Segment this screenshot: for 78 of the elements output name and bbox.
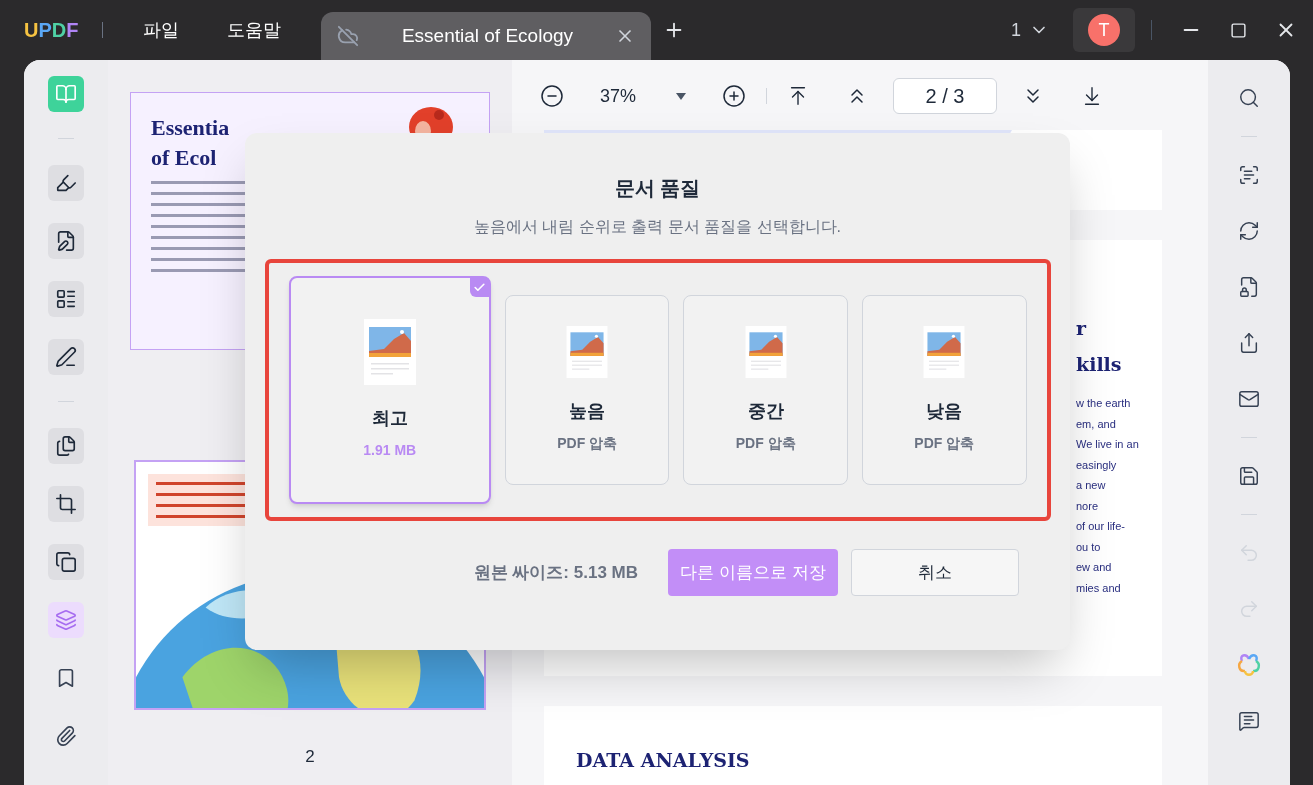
crop-icon [55,493,77,515]
redo-icon [1238,598,1260,620]
option-label: 최고 [371,407,408,430]
page-text: We live in an [1076,437,1140,452]
document-tab[interactable]: Essential of Ecology [321,12,652,60]
page-text: mies and [1076,580,1122,596]
option-label: 중간 [747,400,784,423]
option-detail: PDF 압축 [735,434,796,453]
page-text: em, and [1076,416,1117,432]
app-logo: UPDF [24,18,79,43]
page-text: easingly [1076,457,1118,473]
file-lock-icon [1238,276,1260,298]
pen-icon [55,346,77,368]
quality-option[interactable]: 최고 1.91 MB [288,276,491,504]
mail-icon [1238,388,1260,410]
pages-icon [55,435,77,457]
share-icon [1238,332,1260,354]
page-heading: kills [1076,352,1123,377]
quality-option[interactable]: 중간 PDF 압축 [683,295,848,485]
maximize-icon[interactable] [1230,21,1247,39]
edit-document-tool[interactable] [48,223,84,259]
document-preview-icon [744,326,787,378]
highlighter-icon [55,172,77,194]
cover-title: Essentia of Ecol [151,114,230,172]
window-count-dropdown[interactable]: 1 [1011,16,1049,44]
refresh-icon [1238,220,1260,242]
quality-option[interactable]: 높음 PDF 압축 [504,295,670,485]
dialog-subtitle: 높음에서 내림 순위로 출력 문서 품질을 선택합니다. [473,217,842,237]
menu-item[interactable]: 도움말 [211,16,298,44]
page-heading: r [1076,316,1088,341]
option-detail: PDF 압축 [914,434,975,453]
document-preview-icon [923,326,966,378]
page-heading: DATA ANALYSIS [576,749,750,771]
pages-tool[interactable] [48,428,84,464]
option-label: 높음 [569,400,606,423]
zoom-dropdown[interactable]: 37% [600,82,687,110]
edit-document-icon [55,230,77,252]
cloud-off-icon [337,25,360,47]
page-text: ew and [1076,560,1113,575]
cancel-button[interactable]: 취소 [851,549,1019,596]
form-icon [55,288,77,310]
page-field[interactable]: 2 / 3 [893,78,998,114]
option-detail: PDF 압축 [557,434,618,453]
tab-title: Essential of Ecology [400,23,574,48]
book-icon [55,83,77,105]
dropdown-caret-icon [676,92,687,100]
crop-tool[interactable] [48,486,84,522]
undo-icon [1238,542,1260,564]
pen-tool[interactable] [48,339,84,375]
highlighter-tool[interactable] [48,165,84,201]
page-text: a new [1076,478,1107,493]
paperclip-icon [55,725,77,747]
menu-item[interactable]: 파일 [127,16,196,44]
option-label: 낮음 [926,400,963,423]
page-text: nore [1076,498,1100,514]
clover-icon [1236,652,1262,678]
zoom-in-icon[interactable] [722,84,747,108]
option-detail: 1.91 MB [363,441,417,460]
document-preview-icon [566,326,609,378]
page-text: w the earth [1076,396,1132,411]
page-text: of our life- [1076,519,1126,534]
document-preview-icon [363,319,416,385]
avatar: T [1088,14,1120,46]
form-tool[interactable] [48,281,84,317]
original-size: 원본 싸이즈: 5.13 MB [472,561,639,584]
zoom-out-icon[interactable] [540,84,564,108]
comment-icon [1238,710,1260,732]
page-number: 2 [305,745,315,768]
layers-icon [55,609,77,631]
quality-option[interactable]: 낮음 PDF 압축 [862,295,1027,485]
copy-icon [55,551,77,573]
scan-text-icon [1238,164,1260,186]
copy-tool[interactable] [48,544,84,580]
page-text: ou to [1076,539,1102,555]
search-icon [1238,87,1260,109]
save-icon [1238,465,1260,487]
layers-tool[interactable] [48,602,84,638]
dialog-title: 문서 품질 [614,176,701,201]
